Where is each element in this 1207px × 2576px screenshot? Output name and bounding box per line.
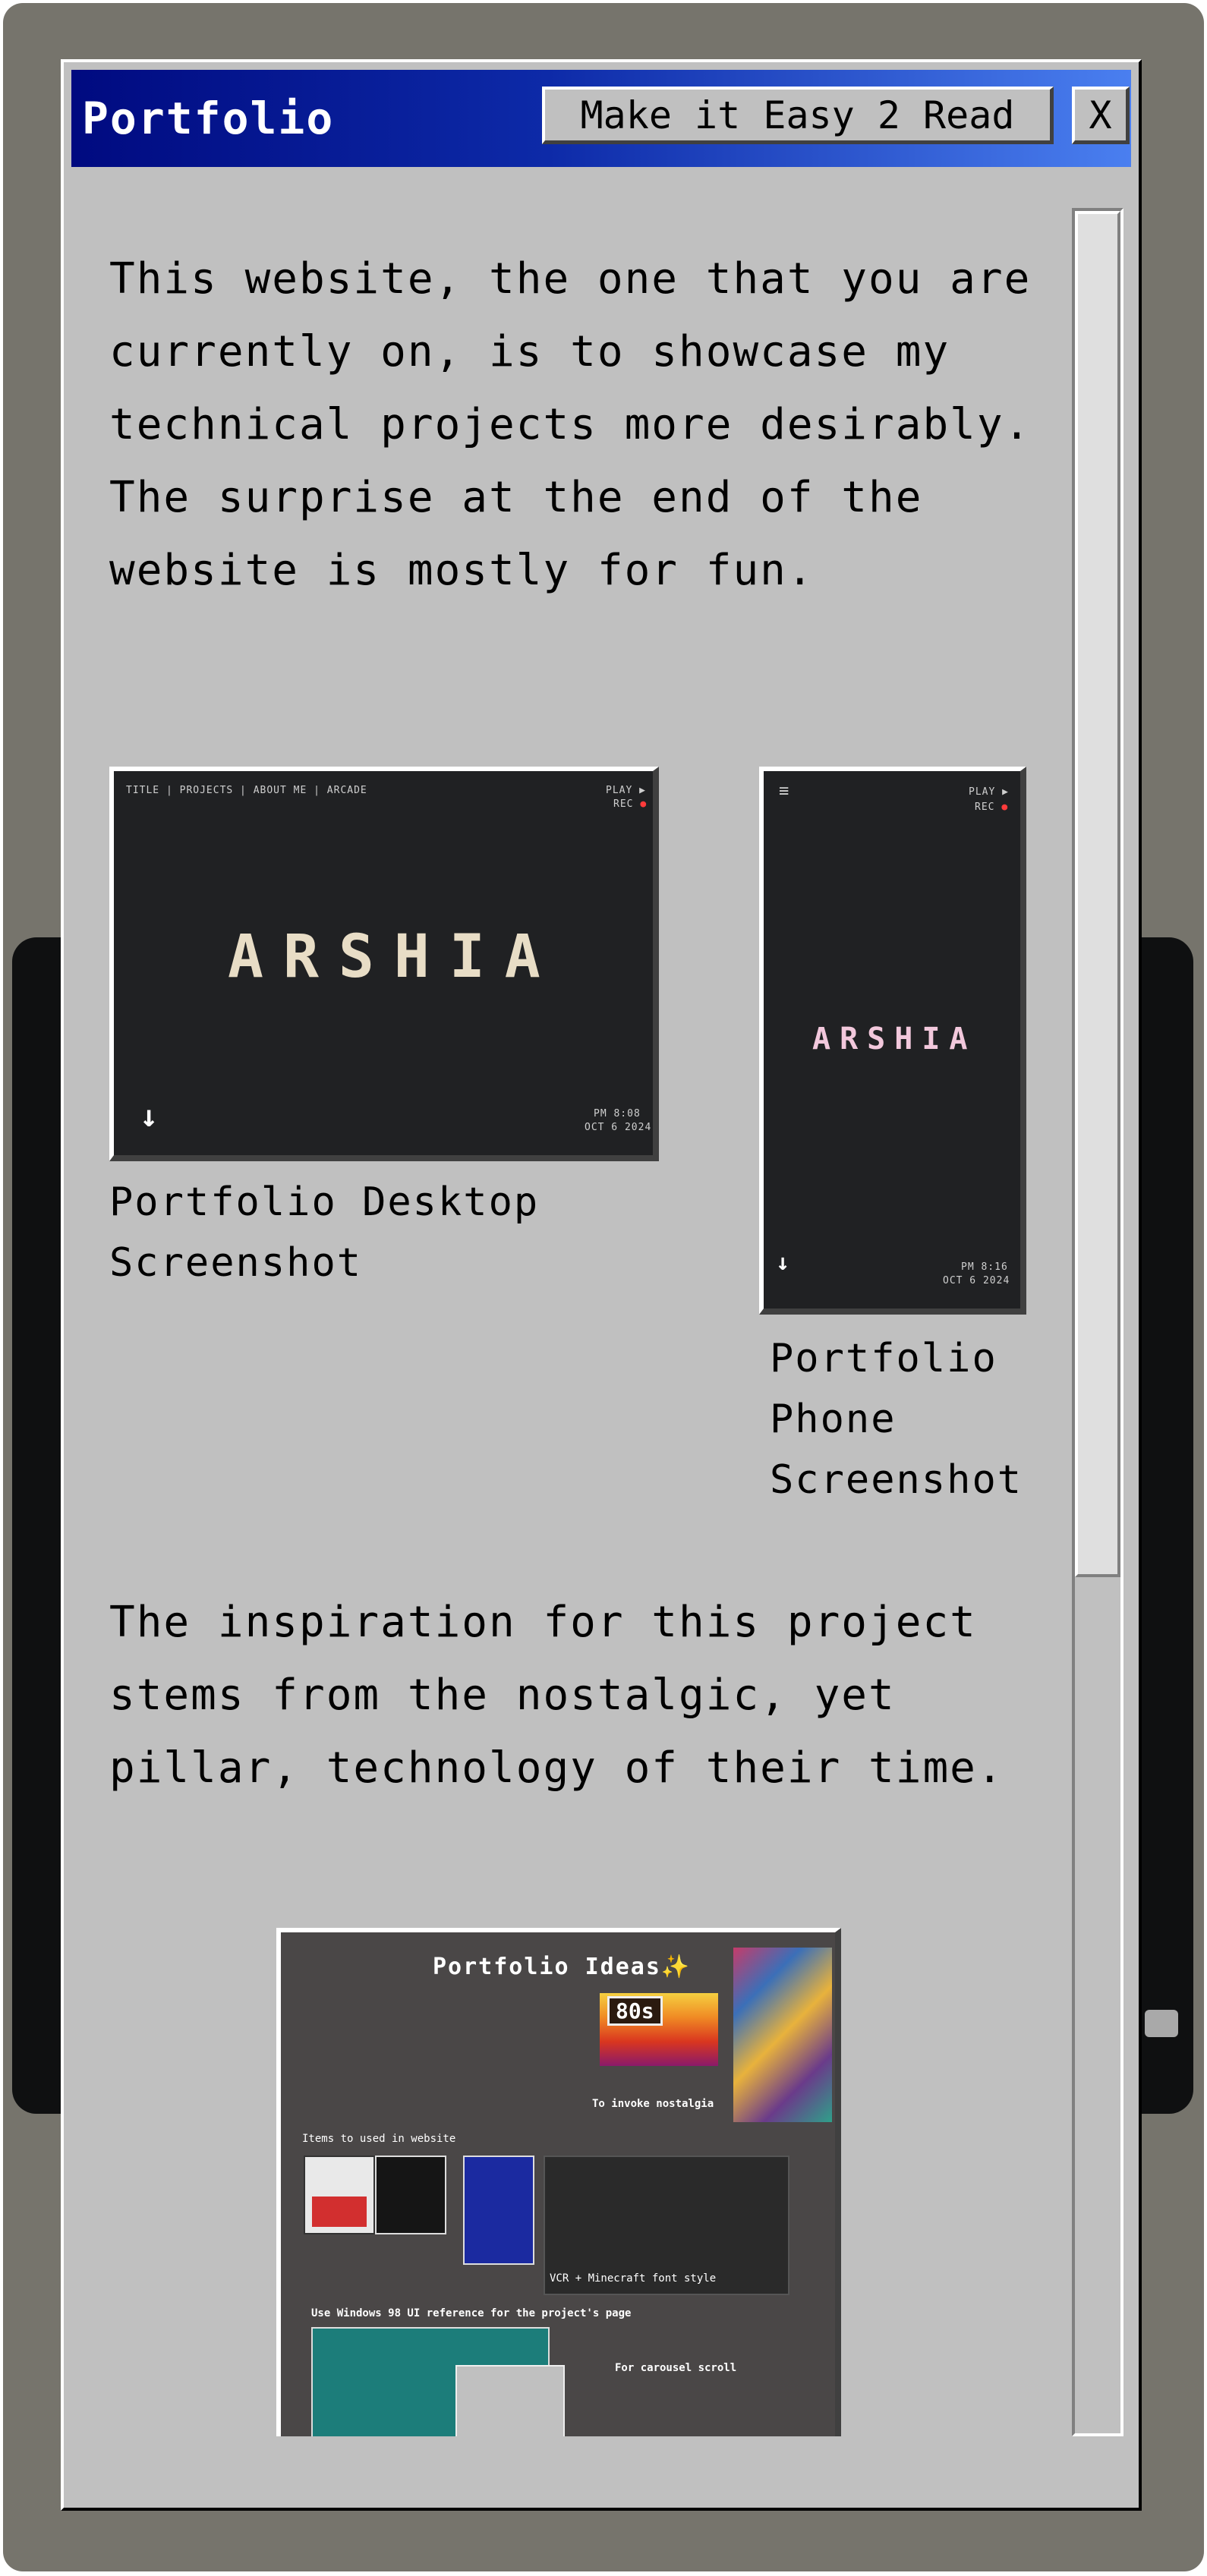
close-button[interactable]: X [1072,87,1130,144]
desktop-caption: Portfolio Desktop Screenshot [109,1179,540,1286]
inspiration-paragraph: The inspiration for this project stems f… [109,1598,1004,1793]
ideas-board-image: Portfolio Ideas✨ 80s To invoke nostalgia… [276,1928,841,2436]
phone-time: PM 8:16 [961,1261,1008,1273]
window-content: This website, the one that you are curre… [71,167,1069,2436]
phone-caption: Portfolio Phone Screenshot [770,1336,1023,1503]
items-label: Items to used in website [302,2133,456,2145]
rec-dot-icon: ● [1001,801,1009,813]
desktop-time: PM 8:08 [594,1108,641,1120]
phone-play: PLAY ▶ [969,786,1009,798]
scroll-down-arrow-icon: ↓ [776,1249,790,1276]
win98-note: Use Windows 98 UI reference for the proj… [311,2307,632,2319]
desktop-rec: REC ● [613,798,648,810]
desktop-name: ARSHIA [228,923,560,991]
desktop-nav: TITLE | PROJECTS | ABOUT ME | ARCADE [126,785,367,796]
title-bar[interactable]: Portfolio Make it Easy 2 Read X [71,70,1131,167]
vcr-note: VCR + Minecraft font style [550,2272,717,2285]
carousel-note: For carousel scroll [615,2362,737,2374]
hamburger-menu-icon: ≡ [779,782,790,801]
arcade-cabinet-image [463,2156,534,2265]
nostalgia-note: To invoke nostalgia [592,2098,714,2110]
phone-screenshot: ≡ PLAY ▶ REC ● ARSHIA ↓ PM 8:16 OCT 6 20… [759,767,1026,1315]
ideas-title: Portfolio Ideas✨ [433,1954,692,1980]
desktop-date: OCT 6 2024 [585,1122,652,1133]
floppy-disk-red-image [304,2156,375,2234]
intro-paragraph: This website, the one that you are curre… [109,254,1032,595]
tv-knob [1145,2010,1178,2037]
tag-80s: 80s [607,1996,663,2026]
vertical-scrollbar[interactable] [1072,208,1123,2436]
scrollbar-thumb[interactable] [1075,211,1120,1577]
desktop-play: PLAY ▶ [606,785,646,796]
window-title: Portfolio [82,93,335,144]
easy-read-button[interactable]: Make it Easy 2 Read [542,87,1054,144]
floppy-disk-black-image [375,2156,446,2234]
scroll-down-arrow-icon: ↓ [140,1099,159,1134]
win98-window-image [455,2365,565,2436]
desktop-screenshot: TITLE | PROJECTS | ABOUT ME | ARCADE PLA… [109,767,659,1161]
phone-rec: REC ● [975,801,1009,813]
phone-name: ARSHIA [812,1022,977,1057]
phone-date: OCT 6 2024 [943,1275,1010,1286]
portfolio-window: Portfolio Make it Easy 2 Read X This web… [61,59,1142,2511]
rec-dot-icon: ● [640,798,648,810]
collage-image [733,1948,832,2122]
